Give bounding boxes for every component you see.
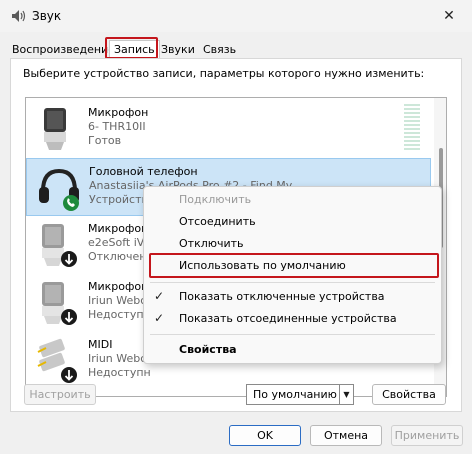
close-icon: ✕ <box>443 8 455 24</box>
device-status: Недоступн <box>88 308 151 321</box>
menu-separator <box>150 334 435 335</box>
device-name: Микрофон <box>88 106 149 119</box>
tab-recording[interactable]: Запись <box>109 40 160 59</box>
context-menu: Подключить Отсоединить Отключить Использ… <box>143 186 442 364</box>
chevron-down-icon[interactable]: ▼ <box>339 385 353 404</box>
properties-button[interactable]: Свойства <box>372 384 446 405</box>
window-title: Звук <box>32 9 62 23</box>
midi-cable-icon <box>37 338 77 383</box>
device-description: Iriun Webc <box>88 352 147 365</box>
checkmark-icon: ✓ <box>154 311 165 325</box>
menu-item-label: Подключить <box>179 193 252 206</box>
configure-button[interactable]: Настроить <box>24 384 96 405</box>
tab-sounds[interactable]: Звуки <box>161 43 195 56</box>
apply-button[interactable]: Применить <box>391 425 463 446</box>
device-description: 6- THR10II <box>88 120 146 133</box>
menu-item-show-disconnected[interactable]: ✓ Показать отсоединенные устройства <box>144 308 441 330</box>
device-description: Iriun Webc <box>88 294 147 307</box>
microphone-icon <box>42 224 77 267</box>
headset-icon <box>39 168 79 211</box>
checkmark-icon: ✓ <box>154 289 165 303</box>
device-item[interactable]: Микрофон 6- THR10II Готов <box>26 100 431 158</box>
default-select-label: По умолчанию <box>253 388 337 401</box>
menu-item-disconnect[interactable]: Отсоединить <box>144 211 441 233</box>
device-description: e2eSoft iV <box>88 236 145 249</box>
close-button[interactable]: ✕ <box>426 0 472 32</box>
menu-item-disable[interactable]: Отключить <box>144 233 441 255</box>
menu-separator <box>150 282 435 283</box>
device-name: MIDI <box>88 338 113 351</box>
microphone-icon <box>42 282 77 325</box>
microphone-icon <box>44 108 66 150</box>
dialog-button-bar: OK Отмена Применить <box>0 416 472 454</box>
ok-button[interactable]: OK <box>229 425 301 446</box>
title-bar: Звук ✕ <box>0 0 472 32</box>
default-select[interactable]: По умолчанию ▼ <box>246 384 354 405</box>
tab-playback[interactable]: Воспроизведение <box>12 43 115 56</box>
speaker-icon <box>12 10 26 22</box>
cancel-button[interactable]: Отмена <box>310 425 382 446</box>
device-name: Головной телефон <box>89 165 198 178</box>
menu-item-label: Отключить <box>179 237 244 250</box>
menu-item-label: Показать отсоединенные устройства <box>179 312 397 325</box>
instruction-text: Выберите устройство записи, параметры ко… <box>23 67 425 80</box>
device-status: Недоступн <box>88 366 151 379</box>
menu-item-set-default[interactable]: Использовать по умолчанию <box>144 255 441 277</box>
menu-item-show-disabled[interactable]: ✓ Показать отключенные устройства <box>144 286 441 308</box>
menu-item-label: Свойства <box>179 343 237 356</box>
level-meter <box>404 104 420 152</box>
tab-communications[interactable]: Связь <box>203 43 236 56</box>
menu-item-label: Показать отключенные устройства <box>179 290 385 303</box>
device-name: Микрофон <box>88 280 149 293</box>
menu-item-properties[interactable]: Свойства <box>144 339 441 361</box>
device-status: Готов <box>88 134 122 147</box>
phone-badge-icon <box>63 195 79 211</box>
menu-item-label: Использовать по умолчанию <box>179 259 346 272</box>
menu-item-label: Отсоединить <box>179 215 256 228</box>
device-name: Микрофон <box>88 222 149 235</box>
menu-item-connect[interactable]: Подключить <box>144 189 441 211</box>
